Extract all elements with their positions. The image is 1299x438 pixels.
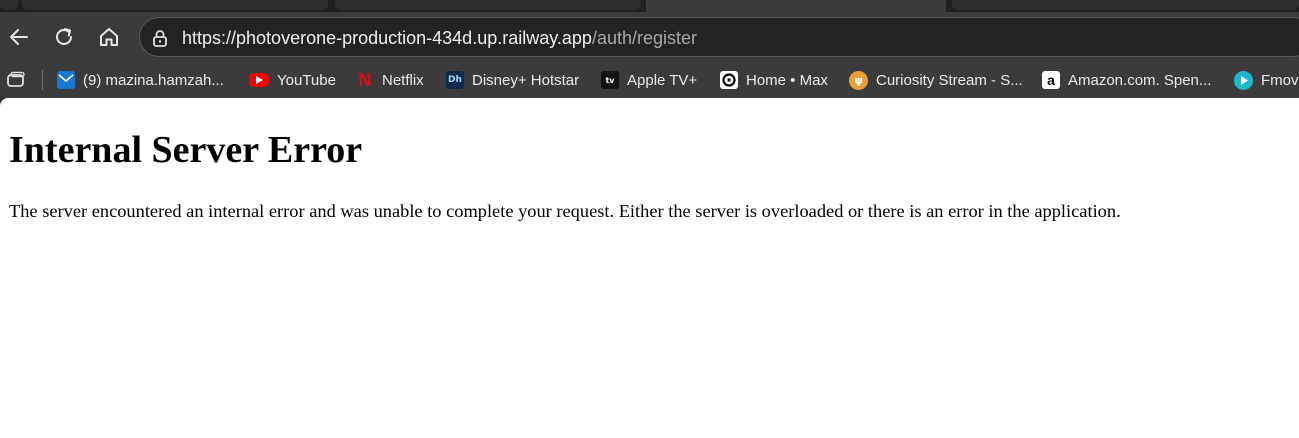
disney-hotstar-icon: Dh — [446, 71, 464, 89]
bookmark-label: Curiosity Stream - S... — [876, 71, 1023, 89]
active-tab[interactable] — [646, 0, 946, 12]
collections-icon[interactable] — [6, 71, 26, 89]
max-icon — [720, 71, 738, 89]
refresh-button[interactable] — [48, 22, 80, 52]
tab[interactable] — [0, 0, 18, 10]
bookmark-label: YouTube — [277, 71, 336, 89]
tab-strip — [0, 0, 1299, 12]
fmovies-icon — [1234, 70, 1253, 90]
bookmark-mail[interactable]: (9) mazina.hamzah... — [57, 67, 224, 93]
bookmark-netflix[interactable]: N Netflix — [356, 67, 424, 93]
mail-icon — [57, 71, 75, 89]
error-heading: Internal Server Error — [9, 129, 363, 171]
url-path: /auth/register — [591, 28, 697, 48]
bookmark-amazon[interactable]: a Amazon.com. Spen... — [1042, 67, 1211, 93]
bookmark-label: Apple TV+ — [627, 71, 698, 89]
url-domain: https://photoverone-production-434d.up.r… — [182, 28, 592, 48]
navigation-bar: https://photoverone-production-434d.up.r… — [0, 12, 1299, 62]
bookmark-fmovies[interactable]: Fmov — [1234, 67, 1299, 93]
bookmark-label: Fmov — [1261, 71, 1299, 89]
bookmark-disney-hotstar[interactable]: Dh Disney+ Hotstar — [446, 67, 579, 93]
tab[interactable] — [952, 0, 1299, 10]
refresh-icon — [56, 28, 72, 45]
error-message: The server encountered an internal error… — [9, 201, 1121, 221]
curiosity-stream-icon: ψ — [849, 70, 868, 90]
bookmark-apple-tv[interactable]: tv Apple TV+ — [601, 67, 697, 93]
page-content: Internal Server Error The server encount… — [0, 98, 1299, 438]
bookmark-max[interactable]: Home • Max — [720, 67, 828, 93]
bookmarks-divider — [42, 70, 43, 90]
amazon-icon: a — [1042, 71, 1060, 89]
bookmarks-bar: (9) mazina.hamzah... YouTube N Netflix D… — [0, 62, 1299, 98]
tab[interactable] — [335, 0, 641, 10]
address-bar[interactable]: https://photoverone-production-434d.up.r… — [139, 17, 1299, 57]
netflix-icon: N — [358, 69, 372, 90]
bookmark-label: Netflix — [382, 71, 424, 89]
bookmark-label: Disney+ Hotstar — [472, 71, 580, 89]
tab[interactable] — [22, 0, 328, 10]
apple-tv-icon: tv — [601, 71, 619, 89]
youtube-icon — [249, 73, 269, 87]
url-text[interactable]: https://photoverone-production-434d.up.r… — [182, 27, 697, 49]
bookmark-youtube[interactable]: YouTube — [249, 67, 336, 93]
back-arrow-icon — [10, 29, 28, 45]
lock-icon[interactable] — [150, 28, 170, 48]
home-icon — [100, 28, 118, 46]
bookmark-label: Home • Max — [746, 71, 828, 89]
home-button[interactable] — [93, 22, 125, 52]
bookmark-label: (9) mazina.hamzah... — [83, 71, 224, 89]
bookmark-label: Amazon.com. Spen... — [1068, 71, 1212, 89]
back-button[interactable] — [3, 22, 35, 52]
bookmark-curiosity-stream[interactable]: ψ Curiosity Stream - S... — [849, 67, 1023, 93]
